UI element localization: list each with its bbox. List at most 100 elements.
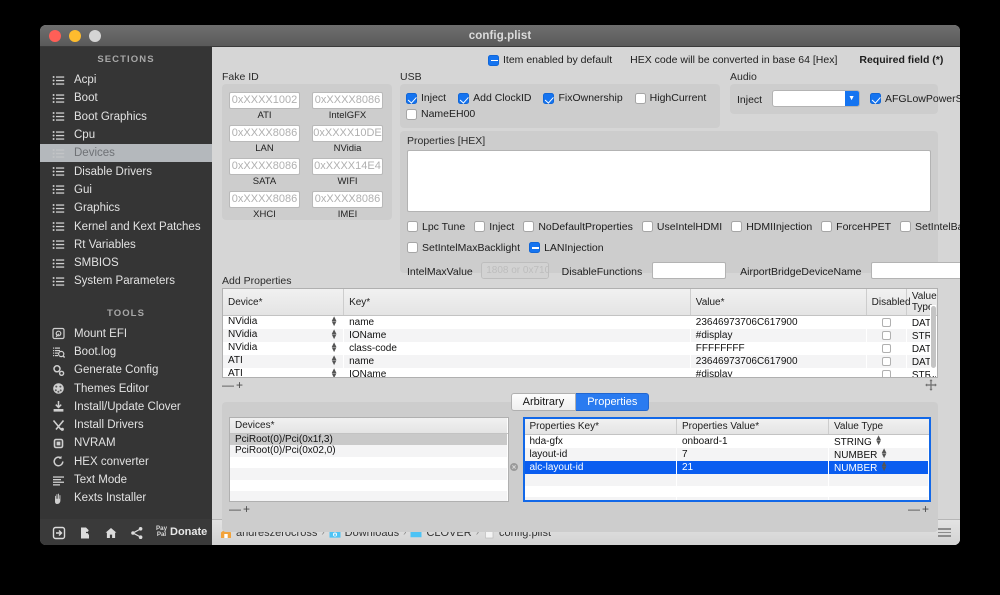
cell-device-path[interactable] (230, 491, 507, 501)
checkbox-afglowpowerstate[interactable]: AFGLowPowerState (870, 93, 960, 105)
cell-value-type[interactable]: NUMBER ▲ ▼ (829, 448, 929, 461)
checkbox-forcehpet[interactable]: ForceHPET (821, 221, 891, 233)
table-row[interactable] (524, 497, 929, 500)
sidebar-item-disable-drivers[interactable]: Disable Drivers (40, 162, 212, 180)
list-item[interactable] (230, 479, 508, 492)
checkbox-inject[interactable]: Inject (474, 221, 514, 233)
cell-value-type[interactable]: STRING ▲▼ (829, 435, 929, 449)
sidebar-item-nvram[interactable]: NVRAM (40, 434, 212, 452)
sidebar-item-text-mode[interactable]: Text Mode (40, 471, 212, 489)
table-row[interactable] (524, 474, 929, 486)
cell-properties-value[interactable] (677, 486, 829, 498)
cell-device-path[interactable] (230, 468, 507, 480)
vertical-scrollbar[interactable] (930, 305, 936, 376)
disabled-checkbox[interactable] (881, 356, 891, 366)
intel-max-value-select[interactable]: 1808 or 0x710 ▼ (481, 262, 550, 280)
sidebar-item-themes-editor[interactable]: Themes Editor (40, 379, 212, 397)
properties-add-button[interactable]: + (922, 502, 931, 516)
resize-handle-icon[interactable] (925, 378, 938, 392)
disable-functions-input[interactable] (651, 262, 726, 280)
sidebar-item-boot[interactable]: Boot (40, 89, 212, 107)
export-icon[interactable] (78, 526, 91, 539)
fake-id-input-xhci[interactable]: 0xXXXX8086 (229, 191, 300, 208)
tab-properties[interactable]: Properties (576, 393, 650, 411)
sidebar-item-mount-efi[interactable]: Mount EFI (40, 325, 212, 343)
login-icon[interactable] (52, 526, 66, 539)
sidebar-item-kexts-installer[interactable]: Kexts Installer (40, 489, 212, 507)
devices-table-body[interactable]: PciRoot(0)/Pci(0x1f,3) PciRoot(0)/Pci(0x… (230, 433, 508, 501)
checkbox-highcurrent[interactable]: HighCurrent (634, 90, 706, 106)
checkbox-inject[interactable]: Inject (406, 90, 446, 106)
airport-bridge-input[interactable] (870, 262, 960, 280)
checkbox-add-clockid[interactable]: Add ClockID (458, 90, 531, 106)
table-row[interactable]: layout-id 7 NUMBER ▲ ▼ (524, 448, 929, 461)
stepper-icon[interactable]: ▲ ▼ (880, 448, 888, 460)
table-row[interactable]: ATI▲▼ name 23646973706C617900 DATA ▲▼ (223, 355, 937, 368)
table-row[interactable]: NVidia▲▼ name 23646973706C617900 DATA ▲▼ (223, 315, 937, 330)
cell-value-type[interactable]: NUMBER ▲ ▼ (829, 461, 929, 474)
cell-disabled[interactable] (866, 329, 906, 342)
cell-device[interactable]: NVidia ▲ ▼ (223, 316, 344, 330)
properties-remove-button[interactable]: — (908, 502, 922, 516)
sidebar-item-generate-config[interactable]: Generate Config (40, 361, 212, 379)
cell-key[interactable]: name (344, 316, 691, 330)
cell-properties-key[interactable]: hda-gfx (525, 435, 677, 449)
cell-value-type[interactable] (829, 497, 929, 500)
tab-arbitrary[interactable]: Arbitrary (510, 393, 577, 411)
devices-add-button[interactable]: + (243, 502, 252, 516)
table-row[interactable] (524, 485, 929, 498)
cell-key[interactable]: IOName (344, 329, 691, 342)
table-row[interactable]: hda-gfx onboard-1 STRING ▲ ▼ (524, 434, 929, 449)
sidebar-item-cpu[interactable]: Cpu (40, 126, 212, 144)
fake-id-input-imei[interactable]: 0xXXXX8086 (312, 191, 383, 208)
cell-device[interactable]: NVidia ▲ ▼ (223, 329, 344, 342)
panel-splitter[interactable] (509, 417, 523, 516)
checkbox-setintelmaxbacklight[interactable]: SetIntelMaxBacklight (407, 242, 520, 254)
cell-key[interactable]: class-code (344, 342, 691, 355)
stepper-icon[interactable]: ▲ ▼ (880, 461, 888, 473)
disabled-checkbox[interactable] (881, 330, 891, 340)
splitter-handle-icon[interactable] (509, 462, 522, 472)
cell-properties-value[interactable] (677, 497, 829, 500)
donate-button[interactable]: Pay Pal Donate (156, 525, 207, 539)
add-properties-remove-button[interactable]: — (222, 378, 236, 392)
list-item[interactable] (230, 491, 508, 501)
cell-properties-key[interactable] (525, 474, 677, 486)
cell-device-path[interactable]: PciRoot(0)/Pci(0x1f,3) (230, 434, 507, 446)
cell-key[interactable]: IOName (344, 368, 691, 377)
cell-device-path[interactable] (230, 457, 507, 469)
sidebar-item-install-drivers[interactable]: Install Drivers (40, 416, 212, 434)
checkbox-nodefaultproperties[interactable]: NoDefaultProperties (523, 221, 633, 233)
cell-properties-value[interactable] (677, 474, 829, 486)
cell-device-path[interactable]: PciRoot(0)/Pci(0x02,0) (230, 445, 507, 457)
cell-device[interactable]: NVidia ▲ ▼ (223, 342, 344, 355)
stepper-icon[interactable]: ▲ ▼ (875, 435, 883, 447)
fake-id-input-sata[interactable]: 0xXXXX8086 (229, 158, 300, 175)
cell-value-type[interactable] (829, 474, 929, 486)
cell-disabled[interactable] (866, 342, 906, 355)
sidebar-item-devices[interactable]: Devices (40, 144, 212, 163)
cell-device-path[interactable] (230, 480, 507, 492)
fake-id-input-nvidia[interactable]: 0xXXXX10DE (312, 125, 383, 142)
sidebar-item-kernel-and-kext-patches[interactable]: Kernel and Kext Patches (40, 217, 212, 235)
cell-disabled[interactable] (866, 316, 906, 330)
sidebar-item-boot-graphics[interactable]: Boot Graphics (40, 108, 212, 126)
checkbox-useintelhdmi[interactable]: UseIntelHDMI (641, 221, 722, 233)
cell-properties-value[interactable]: 7 (677, 448, 829, 461)
add-properties-table[interactable]: Device* Key* Value* Disabled Value Type NVid… (222, 288, 938, 378)
fake-id-input-ati[interactable]: 0xXXXX1002 (229, 92, 300, 109)
table-row[interactable]: NVidia▲▼ IOName #display STRING ▲▼ (223, 329, 937, 342)
checkbox-laninjection[interactable]: LANInjection (529, 242, 604, 254)
cell-properties-key[interactable]: alc-layout-id (525, 461, 677, 474)
list-item[interactable] (230, 468, 508, 480)
fake-id-input-wifi[interactable]: 0xXXXX14E4 (312, 158, 383, 175)
devices-remove-button[interactable]: — (229, 502, 243, 516)
cell-properties-key[interactable] (525, 497, 677, 500)
home-icon[interactable] (104, 526, 117, 539)
disabled-checkbox[interactable] (881, 317, 891, 327)
sidebar-item-boot-log[interactable]: Boot.log (40, 343, 212, 361)
devices-table[interactable]: Devices* PciRoot(0)/Pci(0x1f,3) PciRoot(… (229, 417, 509, 502)
cell-value[interactable]: 23646973706C617900 (690, 355, 866, 368)
hamburger-icon[interactable] (938, 528, 951, 537)
cell-key[interactable]: name (344, 355, 691, 368)
